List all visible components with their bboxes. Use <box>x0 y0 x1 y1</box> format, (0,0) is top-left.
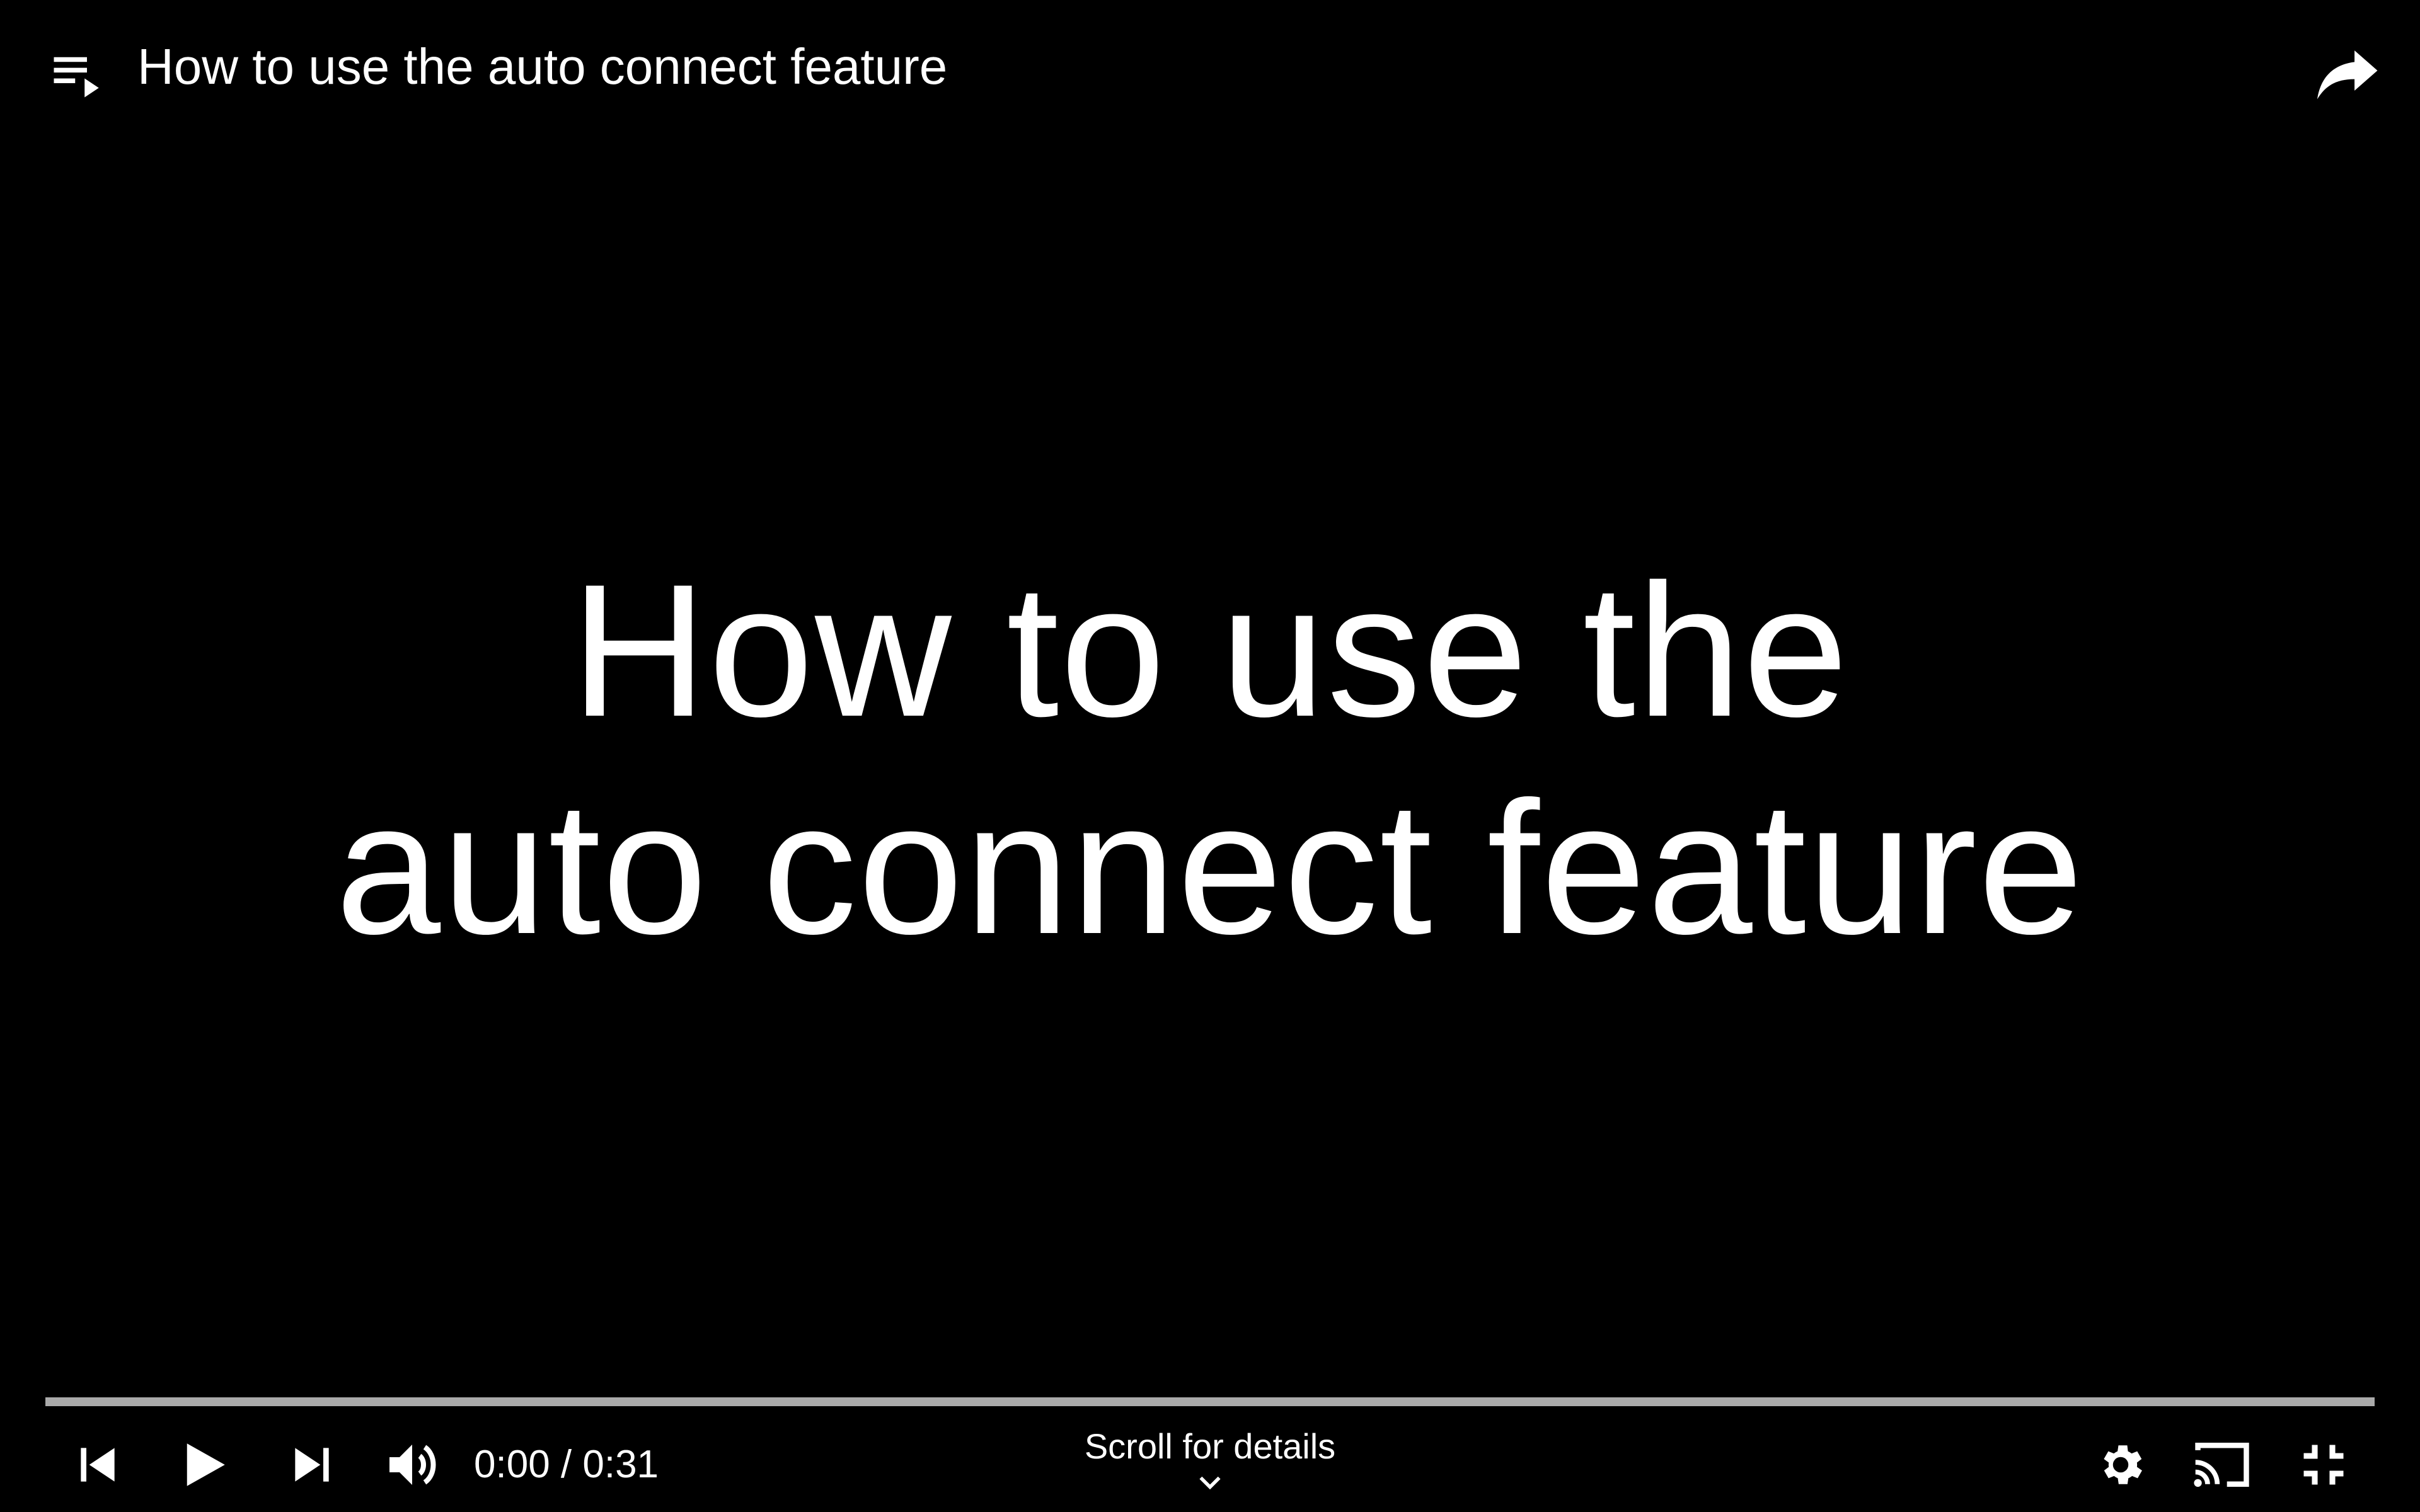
playlist-button[interactable] <box>49 45 106 102</box>
fullscreen-exit-icon <box>2303 1445 2344 1485</box>
video-title[interactable]: How to use the auto connect feature <box>137 35 947 98</box>
progress-bar[interactable] <box>45 1397 2375 1406</box>
player-controls: 0:00 / 0:31 Scroll for details <box>0 1418 2420 1512</box>
volume-up-icon <box>389 1445 436 1485</box>
cast-icon <box>2194 1443 2249 1487</box>
video-frame-text: How to use the auto connect feature <box>0 542 2420 976</box>
volume-button[interactable] <box>377 1430 452 1499</box>
previous-button[interactable] <box>63 1430 132 1499</box>
share-arrow-icon <box>2317 50 2378 100</box>
chevron-down-icon <box>1199 1476 1221 1490</box>
gear-icon <box>2104 1445 2142 1484</box>
skip-previous-icon <box>81 1448 115 1482</box>
top-bar: How to use the auto connect feature <box>0 0 2420 139</box>
next-button[interactable] <box>277 1430 347 1499</box>
time-display: 0:00 / 0:31 <box>474 1436 659 1493</box>
cast-button[interactable] <box>2184 1430 2260 1499</box>
skip-next-icon <box>295 1448 329 1482</box>
play-button[interactable] <box>169 1430 238 1499</box>
settings-button[interactable] <box>2086 1430 2155 1499</box>
scroll-for-details-label: Scroll for details <box>1084 1426 1336 1466</box>
share-button[interactable] <box>2314 39 2383 102</box>
current-time: 0:00 <box>474 1443 550 1486</box>
scroll-for-details-button[interactable]: Scroll for details <box>1021 1424 1399 1492</box>
play-icon <box>187 1443 225 1486</box>
exit-fullscreen-button[interactable] <box>2289 1430 2358 1499</box>
playlist-play-icon <box>54 57 99 98</box>
time-separator: / <box>550 1443 583 1486</box>
video-player[interactable]: How to use the auto connect feature How … <box>0 0 2420 1512</box>
duration: 0:31 <box>582 1443 659 1486</box>
frame-text-line-2: auto connect feature <box>335 762 2085 973</box>
frame-text-line-1: How to use the <box>570 544 1850 756</box>
